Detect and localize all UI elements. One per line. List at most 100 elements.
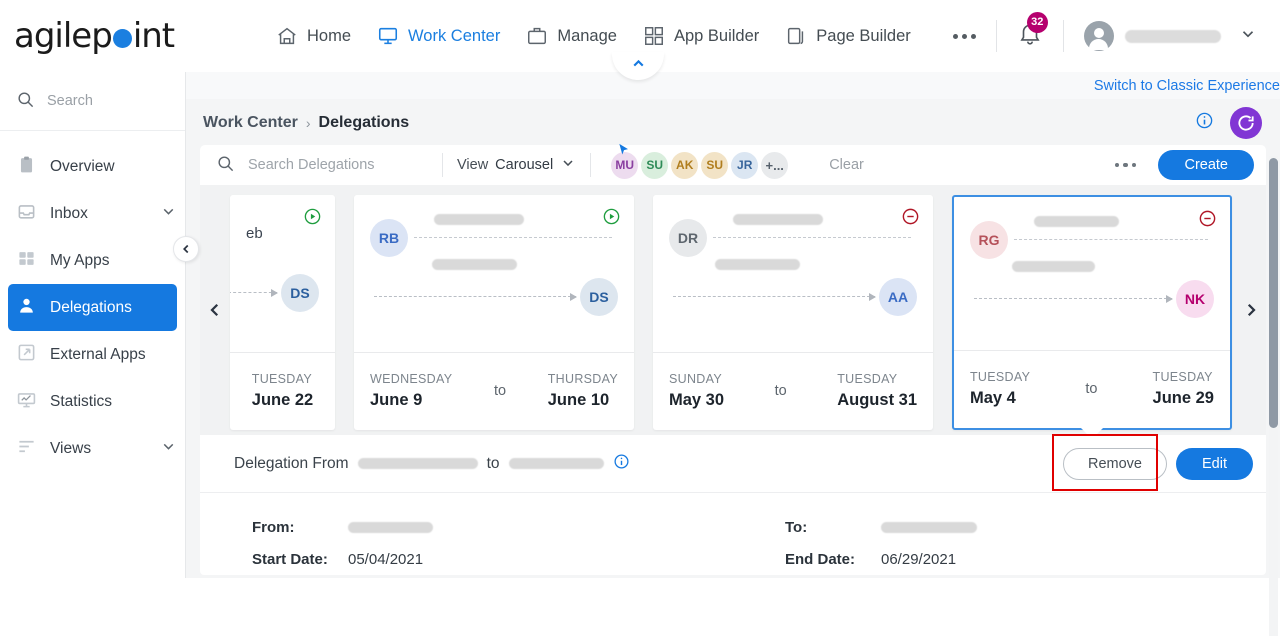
chevron-down-icon[interactable]: [160, 438, 177, 460]
nav-item-app-builder[interactable]: App Builder: [643, 25, 759, 47]
detail-title: Delegation From to: [234, 453, 630, 475]
sidebar-menu: Overview Inbox My Apps Delegations Exter…: [0, 131, 185, 472]
date-to-word: to: [1085, 381, 1098, 397]
filter-chip-ak[interactable]: AK: [671, 151, 699, 179]
detail-body: From: Start Date: 05/04/2021 To: End Dat…: [200, 493, 1266, 575]
card-start-date: WEDNESDAY June 9: [370, 372, 452, 410]
info-icon[interactable]: [613, 453, 630, 475]
card-start-date: TUESDAY May 4: [970, 370, 1030, 408]
toolbar-more-button[interactable]: [1114, 162, 1159, 168]
end-day-label: THURSDAY: [547, 372, 618, 386]
view-selector[interactable]: View Carousel: [457, 155, 576, 175]
sidebar-item-delegations[interactable]: Delegations: [8, 284, 177, 331]
sidebar-collapse-button[interactable]: [173, 236, 199, 262]
end-date-value: August 31: [837, 391, 917, 409]
chevron-down-icon[interactable]: [160, 203, 177, 225]
delegations-toolbar: Search Delegations View Carousel MU SU A…: [200, 142, 1266, 185]
chevron-down-icon[interactable]: [1239, 25, 1257, 48]
card-body: RB DS: [354, 195, 634, 352]
create-button[interactable]: Create: [1158, 150, 1254, 180]
sidebar-search[interactable]: Search: [0, 72, 185, 131]
carousel-prev-button[interactable]: [200, 185, 230, 435]
detail-title-mid: to: [486, 454, 500, 472]
logo-text-part1: agilep: [14, 16, 113, 56]
card-from-avatar: RG: [970, 220, 1008, 259]
sidebar-item-overview[interactable]: Overview: [8, 143, 177, 190]
breadcrumb-root[interactable]: Work Center: [203, 114, 298, 132]
nav-item-home-label: Home: [307, 26, 352, 45]
filter-chip-su-2[interactable]: SU: [701, 151, 729, 179]
info-icon[interactable]: [1195, 111, 1214, 135]
breadcrumb: Work Center › Delegations: [203, 114, 409, 132]
sidebar-item-statistics[interactable]: Statistics: [8, 378, 177, 425]
detail-header: Delegation From to Remove Edit: [200, 433, 1266, 493]
delegation-card-3[interactable]: DR AA SUNDAY May 30 to TUESDAY August 31: [653, 194, 933, 430]
sidebar-item-external-apps[interactable]: External Apps: [8, 331, 177, 378]
detail-row-start-date: Start Date: 05/04/2021: [252, 543, 733, 575]
chevron-down-icon: [560, 155, 576, 175]
toolbar-divider-1: [442, 153, 443, 177]
status-inactive-icon: [1198, 209, 1217, 233]
end-day-label: TUESDAY: [1152, 370, 1213, 384]
vertical-scrollbar-thumb[interactable]: [1269, 158, 1278, 428]
sidebar-item-statistics-label: Statistics: [50, 392, 113, 410]
notifications-button[interactable]: 32: [1017, 11, 1048, 52]
to-name-redacted: [432, 258, 517, 270]
end-date-value: June 10: [547, 391, 610, 409]
clipboard-icon: [17, 155, 36, 179]
start-date-value: June 22: [251, 391, 314, 409]
home-icon: [276, 25, 298, 47]
filter-chip-su-1[interactable]: SU: [641, 151, 669, 179]
sidebar-item-my-apps[interactable]: My Apps: [8, 237, 177, 284]
chip-initials: AK: [676, 158, 694, 172]
chip-initials: SU: [646, 158, 664, 172]
nav-item-work-center[interactable]: Work Center: [377, 25, 500, 47]
cursor-pointer-icon: [616, 142, 632, 164]
remove-button[interactable]: Remove: [1063, 447, 1167, 480]
to-name-redacted: [715, 258, 800, 270]
card-from-row: RB: [370, 209, 618, 267]
switch-to-classic-link[interactable]: Switch to Classic Experience: [1094, 78, 1280, 94]
edit-button[interactable]: Edit: [1176, 447, 1253, 480]
detail-to-redacted: [508, 458, 604, 469]
carousel-cards: eb DS TUESDAY June 22 RB DS WEDNESDAY Ju…: [230, 185, 1236, 439]
refresh-button[interactable]: [1230, 107, 1262, 139]
nav-item-manage[interactable]: Manage: [526, 25, 617, 47]
top-nav-items: Home Work Center Manage App Builder Page…: [276, 25, 976, 47]
carousel-next-button[interactable]: [1236, 185, 1266, 435]
sidebar-item-inbox[interactable]: Inbox: [8, 190, 177, 237]
apps-grid-icon: [17, 249, 36, 273]
detail-row-to: To:: [785, 511, 1266, 543]
detail-title-prefix: Delegation From: [234, 454, 349, 472]
sidebar-item-views-label: Views: [50, 439, 92, 457]
nav-divider: [995, 20, 997, 52]
start-date-value: May 30: [669, 391, 725, 409]
card-dates: SUNDAY May 30 to TUESDAY August 31: [653, 351, 933, 430]
nav-item-page-builder[interactable]: Page Builder: [785, 25, 911, 47]
nav-more-button[interactable]: [952, 33, 976, 39]
agilepoint-logo[interactable]: agilep int: [14, 16, 214, 56]
card-to-row: DS: [370, 258, 618, 327]
filter-chip-more[interactable]: +...: [761, 151, 789, 179]
search-delegations-input[interactable]: Search Delegations: [216, 154, 428, 177]
sidebar-item-my-apps-label: My Apps: [50, 251, 110, 269]
chip-initials: SU: [706, 158, 724, 172]
delegation-card-1[interactable]: eb DS TUESDAY June 22: [230, 194, 335, 430]
avatar-initials: RG: [978, 231, 1000, 248]
nav-item-home[interactable]: Home: [276, 25, 351, 47]
filter-chip-jr[interactable]: JR: [731, 151, 759, 179]
briefcase-icon: [526, 25, 548, 47]
end-date-value: 06/29/2021: [881, 550, 957, 568]
start-day-label: SUNDAY: [669, 372, 722, 386]
search-icon: [216, 154, 235, 177]
breadcrumb-actions: [1195, 107, 1266, 139]
sidebar-item-views[interactable]: Views: [8, 425, 177, 472]
delegation-card-4[interactable]: RG NK TUESDAY May 4 to TUESDAY June 29: [952, 194, 1232, 439]
person-icon: [17, 296, 36, 320]
delegation-card-2[interactable]: RB DS WEDNESDAY June 9 to THURSDAY June …: [354, 194, 634, 430]
clear-filters-button[interactable]: Clear: [829, 157, 864, 173]
card-partial-text: eb: [246, 225, 263, 242]
breadcrumb-separator: ›: [305, 115, 311, 131]
card-dates: TUESDAY May 4 to TUESDAY June 29: [954, 349, 1230, 428]
user-menu[interactable]: [1083, 21, 1257, 51]
